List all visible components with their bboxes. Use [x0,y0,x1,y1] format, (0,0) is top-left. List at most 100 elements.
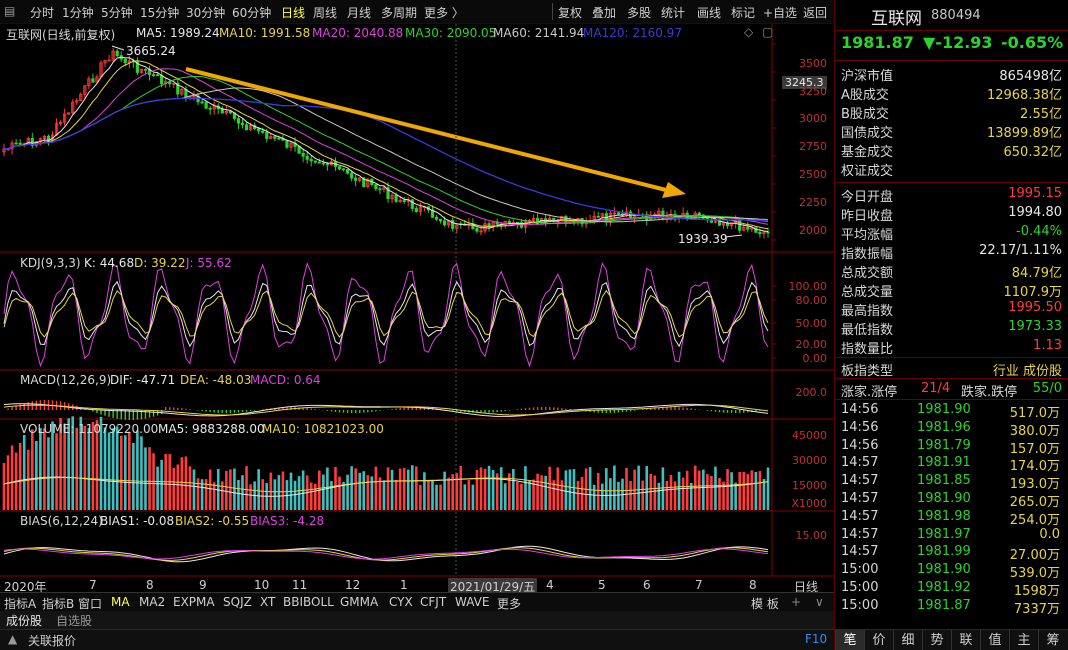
tick-row[interactable]: 14:56 1981.79 157.0万 [841,438,1060,457]
toolbar-collapse-icon[interactable]: ▤ [4,4,15,18]
period-tab-fenshi[interactable]: 分时 [30,4,54,21]
x-tick: 4 [546,578,554,592]
volume-bar [746,474,750,510]
advance-decline-row: 涨家.涨停 21/4 跌家.跌停 55/0 [841,380,1062,400]
f10-button[interactable]: F10 [805,632,827,646]
tick-row[interactable]: 15:00 1981.92 1598万 [841,580,1060,599]
indicator-ma2[interactable]: MA2 [139,595,165,609]
panel-tab[interactable]: 值 [980,630,1009,650]
candle-body [434,216,439,220]
stat-label: A股成交 [841,88,889,103]
divider [835,182,1068,183]
tick-volume: 157.0万 [1009,441,1060,457]
indicator-expma[interactable]: EXPMA [173,595,215,609]
volume-bar [406,469,410,510]
indicator-b-button[interactable]: 指标B [42,595,74,612]
indicator-xt[interactable]: XT [260,595,275,609]
template-button[interactable]: 模 板 [751,595,779,612]
tick-row[interactable]: 14:57 1981.99 27.00万 [841,544,1060,563]
volume-bar [47,437,50,510]
period-tab-15min[interactable]: 15分钟 [140,4,179,21]
tick-row[interactable]: 15:00 1981.90 539.0万 [841,562,1060,581]
panel-tab[interactable]: 主 [1009,630,1038,650]
volume-bar [148,447,151,510]
panel-tab[interactable]: 细 [893,630,922,650]
volume-bar [427,480,430,510]
period-tab-1min[interactable]: 1分钟 [62,4,94,21]
mark-button[interactable]: 标记 [731,4,755,21]
tick-row[interactable]: 14:56 1981.96 380.0万 [841,420,1060,439]
volume-bar [702,469,705,510]
period-tab-weekly[interactable]: 周线 [313,4,337,21]
collapse-arrow-icon[interactable]: ▲ [8,632,17,646]
candle-body [374,184,378,190]
divider [835,30,1068,31]
tab-watchlist[interactable]: 自选股 [56,612,92,629]
overlay-button[interactable]: 叠加 [592,4,616,21]
kline-chart-area[interactable]: 互联网(日线,前复权) MA5: 1989.24 MA10: 1991.58 M… [0,24,834,595]
fuquan-button[interactable]: 复权 [558,4,582,21]
volume-bar [140,436,143,510]
period-tab-multi[interactable]: 多周期 [381,4,417,21]
panel-tab[interactable]: 价 [864,630,893,650]
indicator-sqjz[interactable]: SQJZ [223,595,252,609]
volume-bar [415,466,418,510]
multi-stock-button[interactable]: 多股 [627,4,651,21]
tick-row[interactable]: 15:00 1981.87 7337万 [841,598,1060,617]
period-tab-more[interactable]: 更多 〉 [424,4,464,21]
volume-bar [346,474,349,510]
volume-bar [176,464,180,510]
period-tab-60min[interactable]: 60分钟 [232,4,271,21]
tick-row[interactable]: 14:57 1981.91 174.0万 [841,455,1060,474]
volume-bar [354,468,357,510]
period-tab-monthly[interactable]: 月线 [347,4,371,21]
y-tick: 20.00 [795,338,828,351]
panel-tab[interactable]: 势 [922,630,951,650]
indicator-gmma[interactable]: GMMA [340,595,378,609]
volume-bar [685,470,689,510]
volume-bar [390,469,394,510]
panel-tab[interactable]: 筹 [1038,630,1067,650]
volume-bar [330,481,333,510]
indicator-bbiboll[interactable]: BBIBOLL [283,595,334,609]
volume-bar [273,479,277,510]
indicator-a-button[interactable]: 指标A [4,595,36,612]
tick-row[interactable]: 14:57 1981.85 193.0万 [841,473,1060,492]
candle-body [313,160,317,163]
tick-price: 1981.85 [917,473,971,489]
tick-row[interactable]: 14:57 1981.90 265.0万 [841,491,1060,510]
plate-type-value: 行业 成份股 [992,364,1062,379]
tick-time: 14:57 [841,455,879,471]
indicator-wave[interactable]: WAVE [455,595,489,609]
period-tab-30min[interactable]: 30分钟 [186,4,225,21]
period-tab-daily[interactable]: 日线 [281,4,305,21]
add-indicator-icon[interactable]: + [791,595,801,609]
chart-canvas[interactable] [0,24,834,592]
chevron-down-icon[interactable]: ∨ [815,595,824,609]
indicator-cfjt[interactable]: CFJT [420,595,446,609]
window-toggle-icon[interactable]: ▢ [762,25,773,39]
add-watchlist-button[interactable]: +自选 [763,4,797,21]
candle-body [451,220,455,229]
candle-body [443,220,447,226]
indicator-ma[interactable]: MA [111,595,130,609]
diamond-icon[interactable]: ◇ [744,25,753,39]
volume-bar [180,457,184,510]
tab-constituents[interactable]: 成份股 [6,612,42,629]
period-toolbar: ▤ 分时 1分钟 5分钟 15分钟 30分钟 60分钟 日线 周线 月线 多周期… [0,0,834,24]
statistics-button[interactable]: 统计 [661,4,685,21]
tick-row[interactable]: 14:57 1981.98 254.0万 [841,509,1060,528]
back-button[interactable]: 返回 [803,4,827,21]
tick-row[interactable]: 14:56 1981.90 517.0万 [841,402,1060,421]
volume-bar [491,470,495,510]
period-tab-5min[interactable]: 5分钟 [101,4,133,21]
related-quotes-label[interactable]: 关联报价 [28,632,76,649]
tick-volume: 0.0 [1039,526,1060,542]
indicator-cyx[interactable]: CYX [389,595,413,609]
panel-tab[interactable]: 联 [951,630,980,650]
panel-tab[interactable]: 笔 [835,630,864,650]
draw-line-button[interactable]: 画线 [697,4,721,21]
window-button[interactable]: 窗口 [78,595,102,612]
indicator-more[interactable]: 更多 [497,595,521,612]
tick-row[interactable]: 14:57 1981.97 0.0 [841,527,1060,545]
